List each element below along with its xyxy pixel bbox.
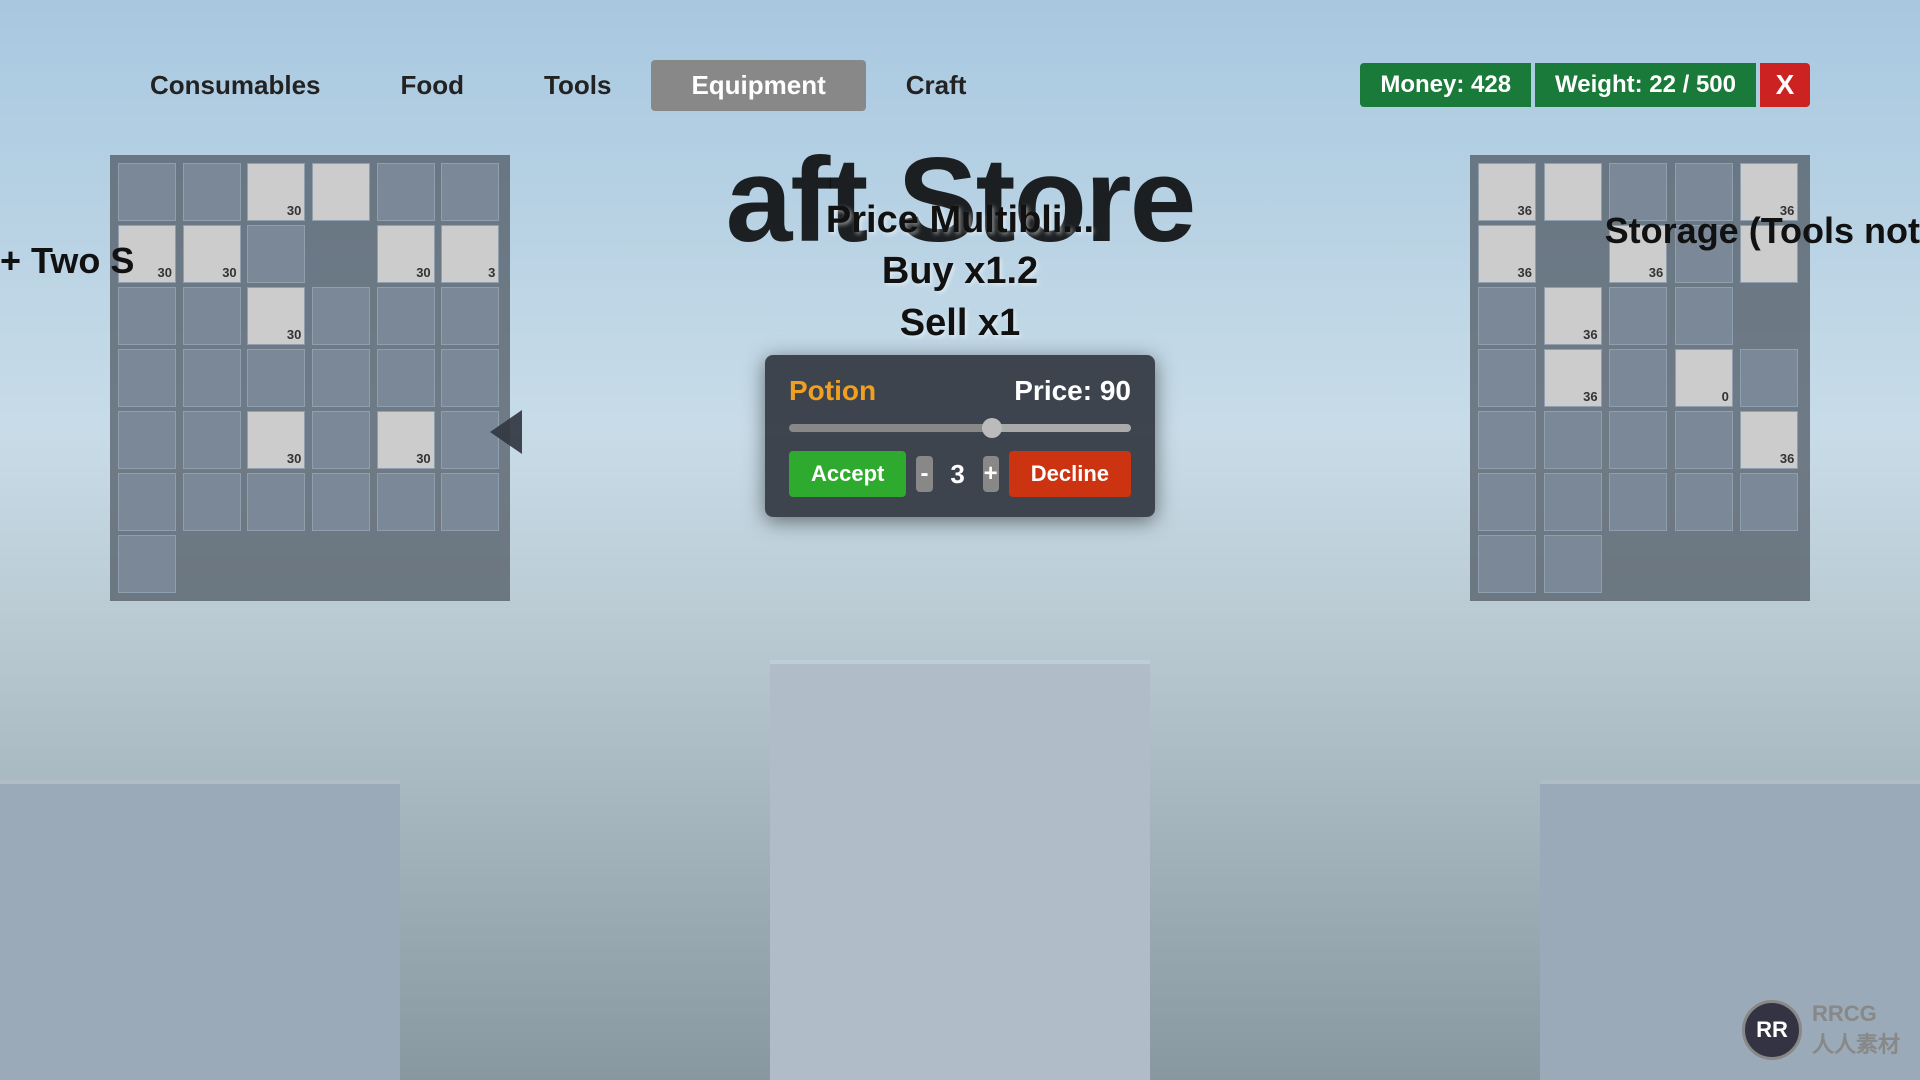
- tab-equipment[interactable]: Equipment: [651, 60, 865, 111]
- close-button[interactable]: X: [1760, 63, 1810, 107]
- grid-cell[interactable]: [118, 349, 176, 407]
- grid-cell[interactable]: [377, 349, 435, 407]
- grid-cell[interactable]: [183, 473, 241, 531]
- minus-button[interactable]: -: [916, 456, 932, 492]
- plus-button[interactable]: +: [983, 456, 999, 492]
- grid-cell[interactable]: [1478, 287, 1536, 345]
- grid-cell[interactable]: [441, 349, 499, 407]
- tab-craft[interactable]: Craft: [866, 60, 1007, 111]
- grid-cell[interactable]: [312, 473, 370, 531]
- logo-area: RR RRCG人人素材: [1742, 1000, 1900, 1060]
- decline-button[interactable]: Decline: [1009, 451, 1131, 497]
- grid-cell[interactable]: 30: [247, 287, 305, 345]
- grid-cell[interactable]: [247, 349, 305, 407]
- ground-left: [0, 780, 400, 1080]
- quantity-display: 3: [943, 459, 973, 490]
- grid-cell[interactable]: [118, 163, 176, 221]
- grid-cell[interactable]: [377, 473, 435, 531]
- storage-text: Storage (Tools not: [1605, 210, 1920, 252]
- grid-cell[interactable]: [1478, 473, 1536, 531]
- logo-icon: RR: [1742, 1000, 1802, 1060]
- logo-text: RRCG人人素材: [1812, 1001, 1900, 1059]
- item-name: Potion: [789, 375, 876, 407]
- dialog-arrow: [490, 410, 522, 454]
- grid-cell[interactable]: [1675, 473, 1733, 531]
- item-price: Price: 90: [1014, 375, 1131, 407]
- grid-cell[interactable]: [247, 225, 305, 283]
- grid-cell[interactable]: 36: [1478, 225, 1536, 283]
- grid-cell[interactable]: [312, 349, 370, 407]
- grid-cell[interactable]: [118, 287, 176, 345]
- grid-cell[interactable]: 0: [1675, 349, 1733, 407]
- grid-cell[interactable]: [1544, 473, 1602, 531]
- weight-badge: Weight: 22 / 500: [1535, 63, 1756, 107]
- dialog-header: Potion Price: 90: [789, 375, 1131, 407]
- grid-cell[interactable]: 36: [1544, 287, 1602, 345]
- tab-tools[interactable]: Tools: [504, 60, 651, 111]
- grid-cell[interactable]: 3: [441, 225, 499, 283]
- grid-cell[interactable]: [441, 163, 499, 221]
- grid-cell[interactable]: [247, 473, 305, 531]
- grid-cell[interactable]: [1478, 349, 1536, 407]
- grid-cell[interactable]: [441, 473, 499, 531]
- slider-row: [789, 419, 1131, 437]
- grid-cell[interactable]: [1675, 411, 1733, 469]
- grid-cell[interactable]: [1740, 473, 1798, 531]
- left-grid: 30 30 30 30 3 30 30 30: [118, 163, 502, 593]
- grid-cell[interactable]: 36: [1478, 163, 1536, 221]
- grid-cell[interactable]: 30: [377, 411, 435, 469]
- grid-cell[interactable]: 30: [377, 225, 435, 283]
- grid-cell[interactable]: 30: [247, 411, 305, 469]
- grid-cell[interactable]: [1544, 163, 1602, 221]
- ground-center: [770, 660, 1150, 1080]
- grid-cell[interactable]: [441, 287, 499, 345]
- grid-cell[interactable]: [118, 535, 176, 593]
- grid-cell[interactable]: 30: [183, 225, 241, 283]
- grid-cell[interactable]: [1609, 473, 1667, 531]
- grid-cell[interactable]: [118, 411, 176, 469]
- left-grid-panel: 30 30 30 30 3 30 30 30: [110, 155, 510, 601]
- grid-cell[interactable]: [1544, 411, 1602, 469]
- money-badge: Money: 428: [1360, 63, 1531, 107]
- plus-text: + Two S: [0, 240, 134, 282]
- grid-cell[interactable]: [183, 287, 241, 345]
- tab-consumables[interactable]: Consumables: [110, 60, 361, 111]
- grid-cell[interactable]: [1740, 349, 1798, 407]
- grid-cell[interactable]: [312, 163, 370, 221]
- grid-cell[interactable]: [312, 411, 370, 469]
- buy-dialog: Potion Price: 90 Accept - 3 + Decline: [765, 355, 1155, 517]
- grid-cell[interactable]: [1478, 535, 1536, 593]
- grid-cell[interactable]: [1609, 349, 1667, 407]
- grid-cell[interactable]: [312, 287, 370, 345]
- grid-cell[interactable]: 36: [1544, 349, 1602, 407]
- grid-cell[interactable]: [1544, 535, 1602, 593]
- nav-bar: Consumables Food Tools Equipment Craft M…: [110, 55, 1810, 115]
- grid-cell[interactable]: [183, 411, 241, 469]
- grid-cell[interactable]: [183, 163, 241, 221]
- grid-cell[interactable]: [1609, 411, 1667, 469]
- tab-food[interactable]: Food: [361, 60, 505, 111]
- quantity-slider[interactable]: [789, 424, 1131, 432]
- nav-money: Money: 428 Weight: 22 / 500 X: [1360, 63, 1810, 107]
- grid-cell[interactable]: [118, 473, 176, 531]
- accept-button[interactable]: Accept: [789, 451, 906, 497]
- grid-cell[interactable]: [1478, 411, 1536, 469]
- grid-cell[interactable]: [377, 163, 435, 221]
- grid-cell[interactable]: 30: [247, 163, 305, 221]
- grid-cell[interactable]: [377, 287, 435, 345]
- grid-cell[interactable]: 36: [1740, 411, 1798, 469]
- grid-cell[interactable]: [1609, 287, 1667, 345]
- grid-cell[interactable]: [183, 349, 241, 407]
- grid-cell[interactable]: [1675, 287, 1733, 345]
- dialog-controls: Accept - 3 + Decline: [789, 451, 1131, 497]
